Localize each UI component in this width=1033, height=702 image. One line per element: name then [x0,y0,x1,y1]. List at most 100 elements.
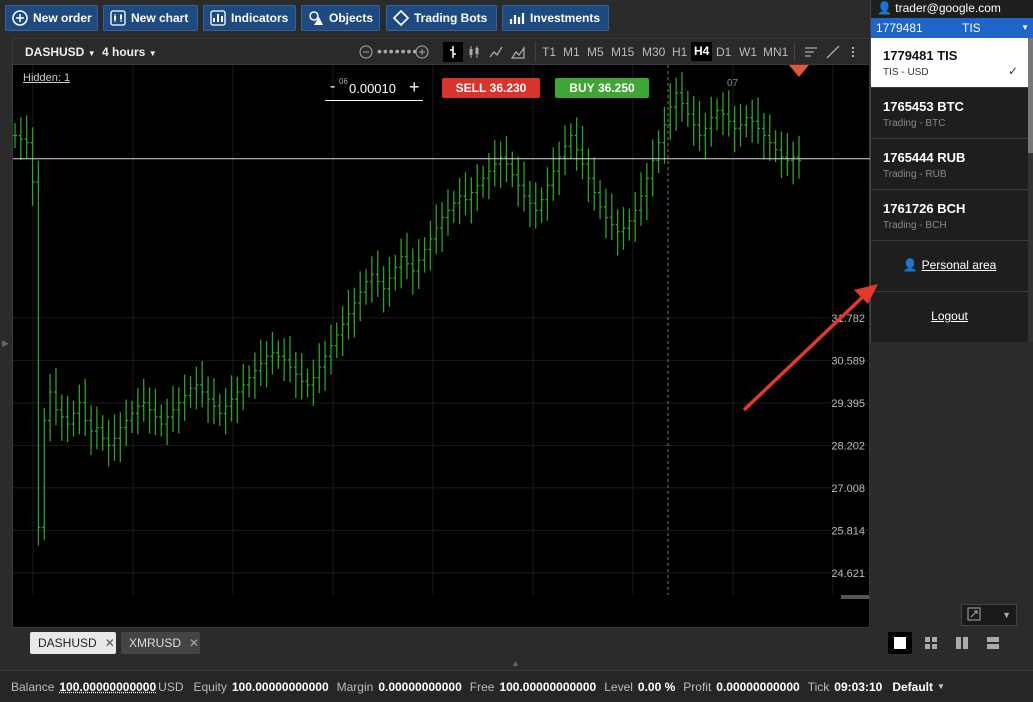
price-bar [656,130,661,173]
price-bar [580,125,585,180]
zoom-out-icon[interactable] [359,45,373,62]
scroll-marker-icon[interactable] [789,65,809,77]
price-bar [574,117,579,171]
price-bar [165,398,170,446]
price-bar [791,141,796,185]
timeframe-d1[interactable]: D1 [716,45,731,59]
trading-bots-button[interactable]: Trading Bots [386,5,497,31]
account-item[interactable]: 1779481 TIS TIS - USD ✓ [871,38,1028,88]
area-chart-type-icon[interactable] [510,45,525,62]
account-item[interactable]: 1761726 BCH Trading - BCH [871,191,1028,241]
new-chart-button[interactable]: New chart [103,5,198,31]
timeframe-h1[interactable]: H1 [672,45,687,59]
personal-area-link[interactable]: 👤 Personal area [871,258,1028,272]
panel-expand-arrow[interactable]: ▲ [511,658,520,668]
timeframe-m1[interactable]: M1 [563,45,580,59]
margin-label: Margin [336,679,374,694]
level-label: Level [604,679,633,694]
price-bar [141,378,146,422]
chevron-down-icon[interactable]: ▼ [937,682,945,691]
lot-increase-button[interactable]: + [409,77,420,98]
price-bar [393,254,398,291]
price-bar [662,106,667,164]
account-selector[interactable]: 1779481 TIS ▼ [871,18,1033,38]
price-bar [510,151,515,188]
logout-link[interactable]: Logout [871,309,1028,323]
timeframe-h4[interactable]: H4 [691,42,713,61]
price-bar [153,388,158,436]
lot-size-input[interactable]: - 06 0.00010 + [325,77,423,101]
price-bar [422,237,427,273]
price-bar [247,365,252,398]
checkmark-icon: ✓ [1007,64,1018,78]
hidden-objects-label[interactable]: Hidden: 1 [23,72,70,84]
account-title: 1779481 TIS [883,48,958,63]
period-select[interactable]: 4 hours ▼ [102,45,157,59]
account-item[interactable]: 1765444 RUB Trading - RUB [871,140,1028,190]
layout-single-icon[interactable] [888,632,912,654]
price-bar [797,135,801,179]
price-bar [323,341,328,391]
expand-icon[interactable] [967,607,981,624]
timeframe-t1[interactable]: T1 [542,45,556,59]
lot-decrease-button[interactable]: - [330,78,335,96]
timeframe-m15[interactable]: M15 [611,45,634,59]
timeframe-m30[interactable]: M30 [642,45,665,59]
account-item[interactable]: 1765453 BTC Trading - BTC [871,89,1028,139]
chevron-down-icon[interactable]: ▼ [1002,610,1011,620]
left-panel-toggle[interactable]: ▶ [2,338,10,354]
price-bar [264,341,269,388]
price-bar [516,156,521,207]
price-bar [276,340,281,369]
timeframe-mn1[interactable]: MN1 [763,45,788,59]
price-bar [53,368,58,426]
zoom-slider[interactable]: ••••••• [377,43,418,59]
more-vertical-icon[interactable] [850,45,856,62]
zoom-in-icon[interactable] [415,45,429,62]
account-dropdown: 👤 trader@google.com 1779481 TIS ▼ 177948… [870,0,1033,342]
mode-select[interactable]: Default [892,680,933,694]
time-scrollbar[interactable] [841,595,869,599]
layout-rows-icon[interactable] [981,632,1005,654]
investments-icon [509,10,525,26]
account-list-scrollbar[interactable] [1028,38,1033,342]
price-bar [375,250,380,297]
new-order-button[interactable]: New order [5,5,98,31]
timeframe-m5[interactable]: M5 [587,45,604,59]
price-bar [317,343,322,394]
price-bar [709,96,714,147]
user-email[interactable]: 👤 trader@google.com [871,0,1033,18]
settings-list-icon[interactable] [804,45,818,62]
line-chart-type-icon[interactable] [489,45,503,62]
draw-line-icon[interactable] [826,45,840,62]
price-bar [609,193,614,240]
indicators-button[interactable]: Indicators [203,5,296,31]
account-subtitle: Trading - BCH [883,220,947,231]
timeframe-w1[interactable]: W1 [739,45,757,59]
price-bar [399,238,404,289]
sell-button[interactable]: SELL 36.230 [442,78,540,98]
layout-columns-icon[interactable] [950,632,974,654]
price-bar [71,400,76,437]
close-icon[interactable]: ✕ [189,636,199,650]
tab-dashusd[interactable]: DASHUSD ✕ [30,632,116,654]
symbol-select[interactable]: DASHUSD ▼ [25,45,96,59]
buy-button[interactable]: BUY 36.250 [555,78,649,98]
price-bar [118,412,123,463]
objects-button[interactable]: Objects [301,5,380,31]
price-bar [83,378,88,436]
price-bar [639,172,644,226]
account-subtitle: Trading - BTC [883,118,946,129]
layout-grid-icon[interactable] [919,632,943,654]
chart-resize-control[interactable]: ▼ [961,604,1017,626]
bars-chart-type-icon[interactable] [443,42,463,62]
investments-button[interactable]: Investments [502,5,609,31]
price-bar [176,387,181,434]
candles-chart-type-icon[interactable] [467,45,481,62]
price-bar [340,306,345,357]
balance-value[interactable]: 100.00000000000 [59,680,156,694]
price-bar [59,394,64,441]
close-icon[interactable]: ✕ [105,636,115,650]
tab-xmrusd[interactable]: XMRUSD ✕ [121,632,200,654]
toolbar-divider [794,42,795,62]
